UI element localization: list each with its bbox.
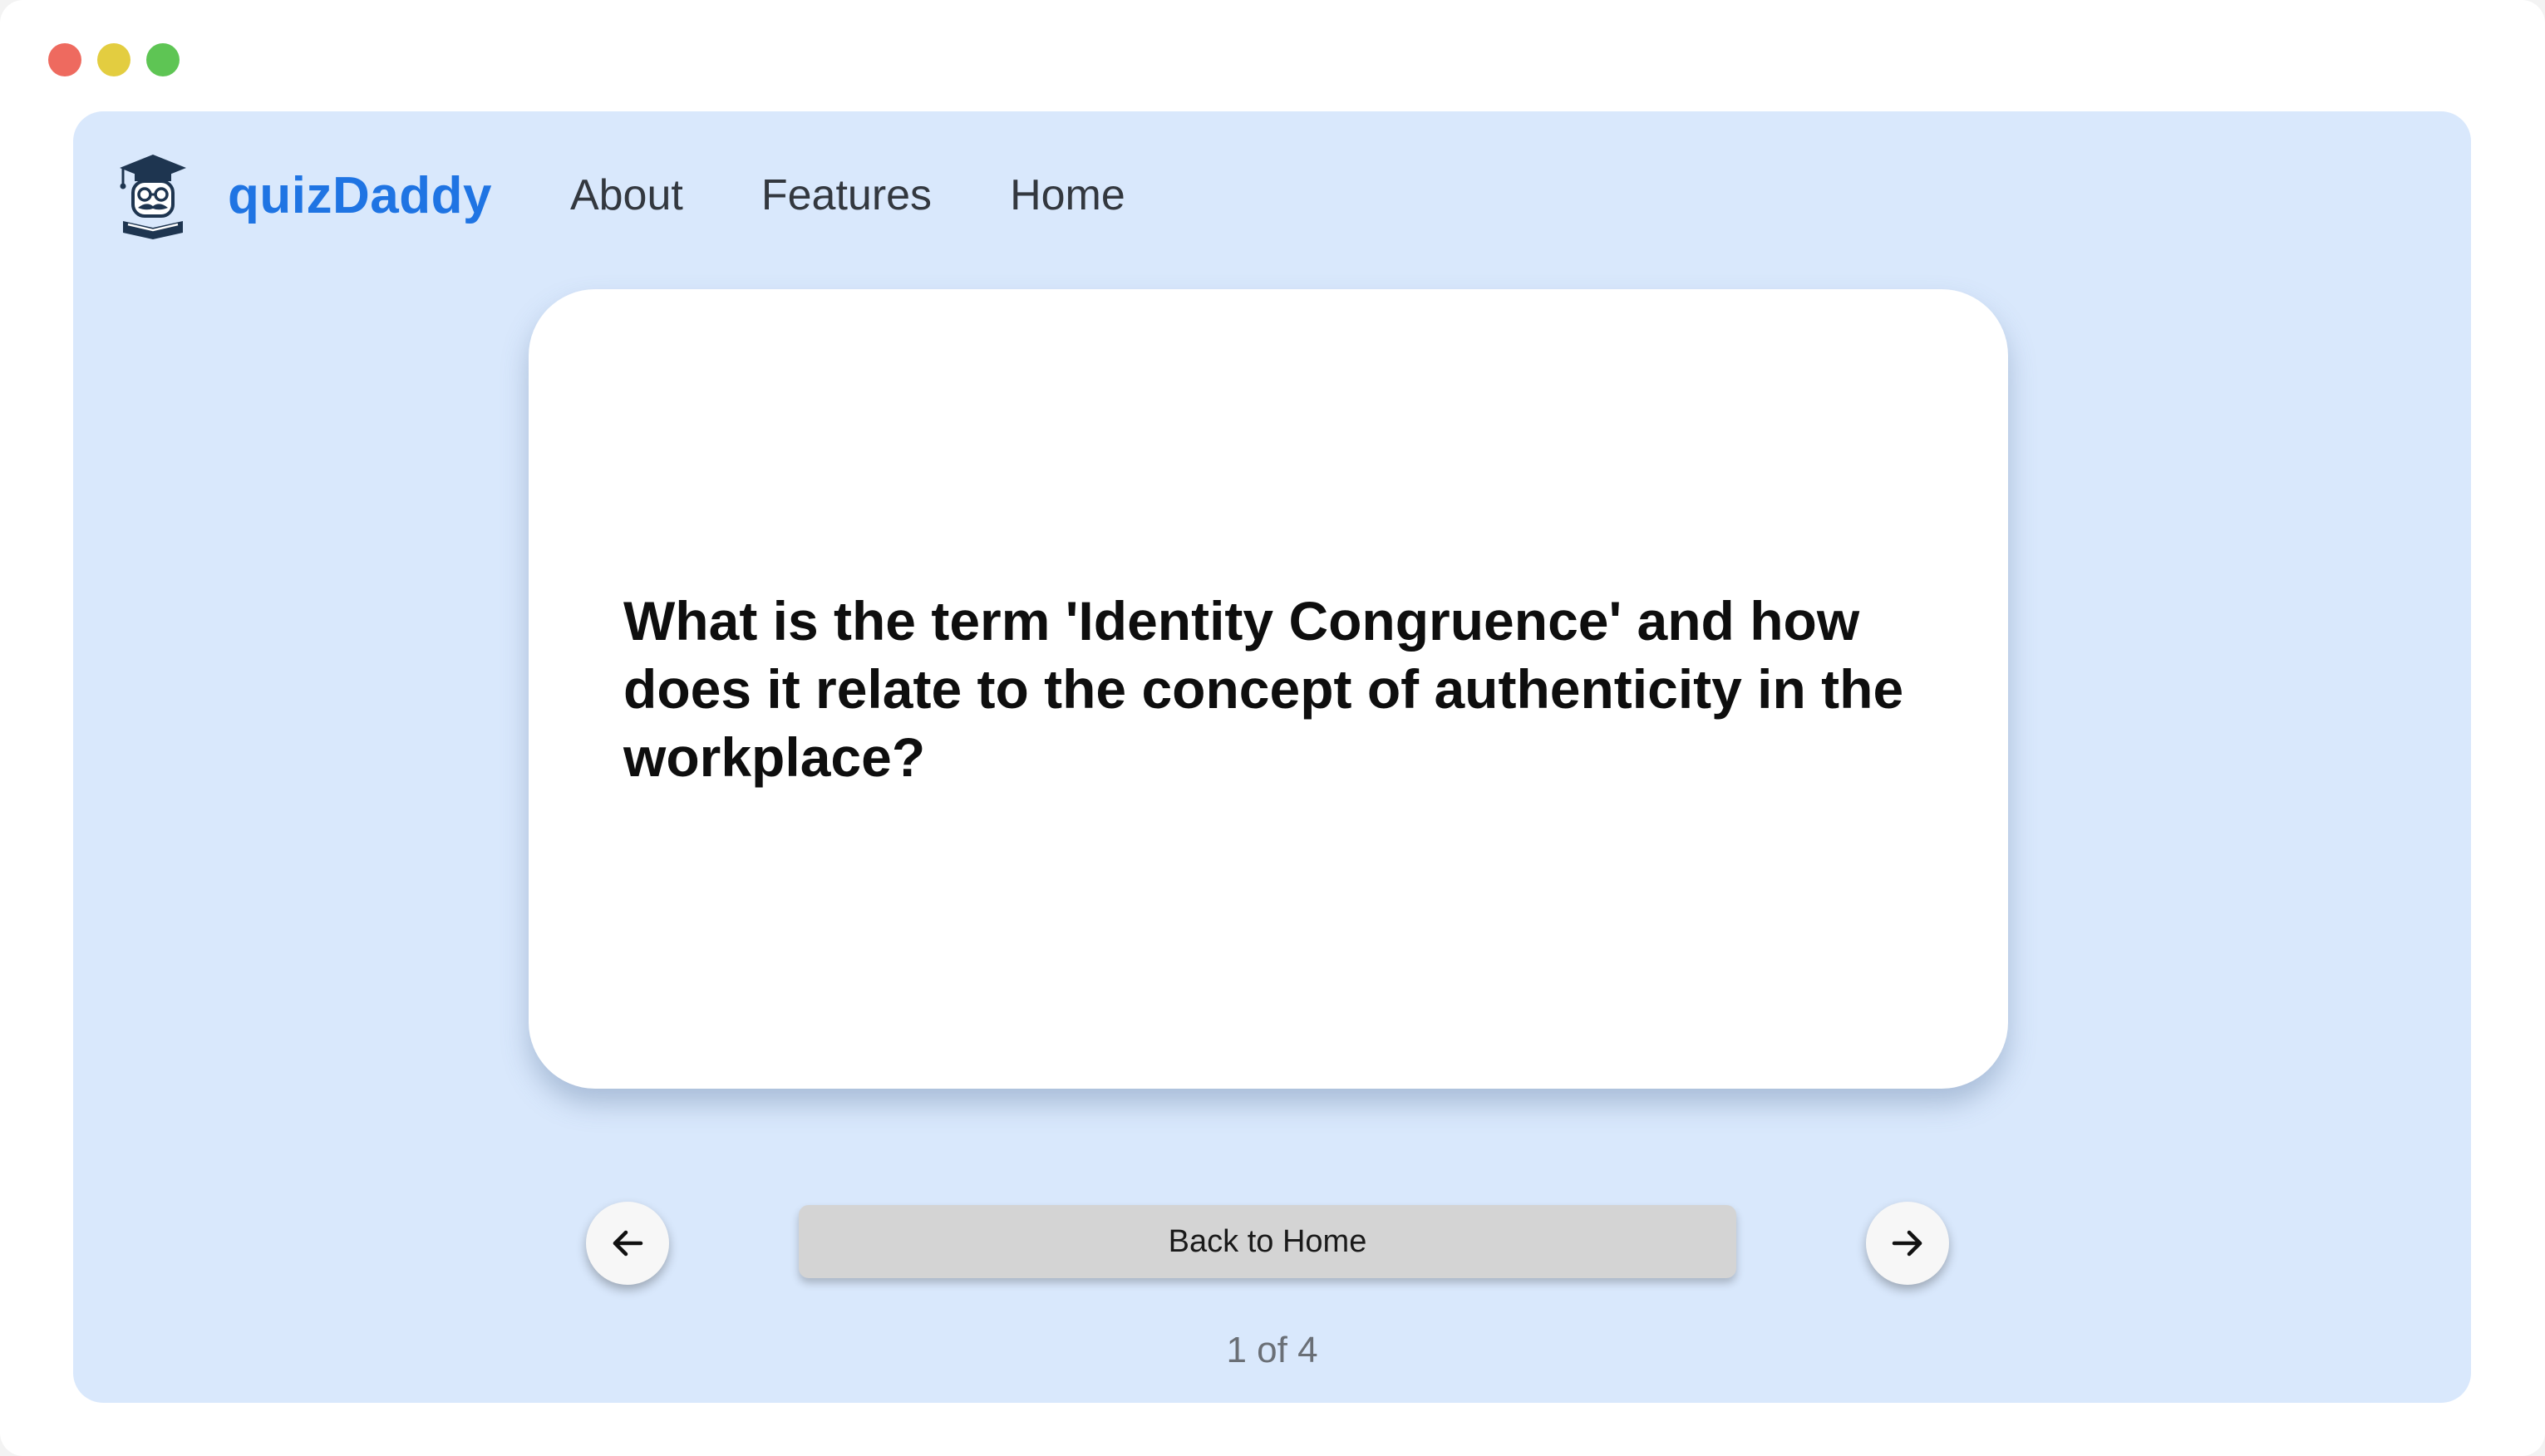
- card-counter: 1 of 4: [1226, 1330, 1318, 1370]
- graduate-mustache-icon[interactable]: [116, 150, 190, 241]
- arrow-right-icon: [1892, 1230, 1922, 1257]
- brand-name[interactable]: quizDaddy: [228, 166, 492, 225]
- nav-link-about[interactable]: About: [570, 170, 683, 220]
- maximize-window-button[interactable]: [146, 43, 180, 76]
- flashcard-question: What is the term 'Identity Congruence' a…: [623, 590, 1904, 788]
- top-nav: quizDaddy About Features Home: [116, 150, 1125, 241]
- next-card-button[interactable]: [1866, 1202, 1949, 1285]
- back-to-home-button[interactable]: Back to Home: [799, 1205, 1736, 1278]
- browser-window: quizDaddy About Features Home What is th…: [0, 0, 2545, 1456]
- nav-link-home[interactable]: Home: [1010, 170, 1125, 220]
- close-window-button[interactable]: [48, 43, 81, 76]
- window-controls: [48, 43, 180, 76]
- minimize-window-button[interactable]: [97, 43, 130, 76]
- nav-link-features[interactable]: Features: [761, 170, 932, 220]
- app-container: quizDaddy About Features Home What is th…: [73, 111, 2471, 1403]
- arrow-left-icon: [613, 1230, 643, 1257]
- flashcard[interactable]: What is the term 'Identity Congruence' a…: [529, 289, 2008, 1089]
- previous-card-button[interactable]: [586, 1202, 669, 1285]
